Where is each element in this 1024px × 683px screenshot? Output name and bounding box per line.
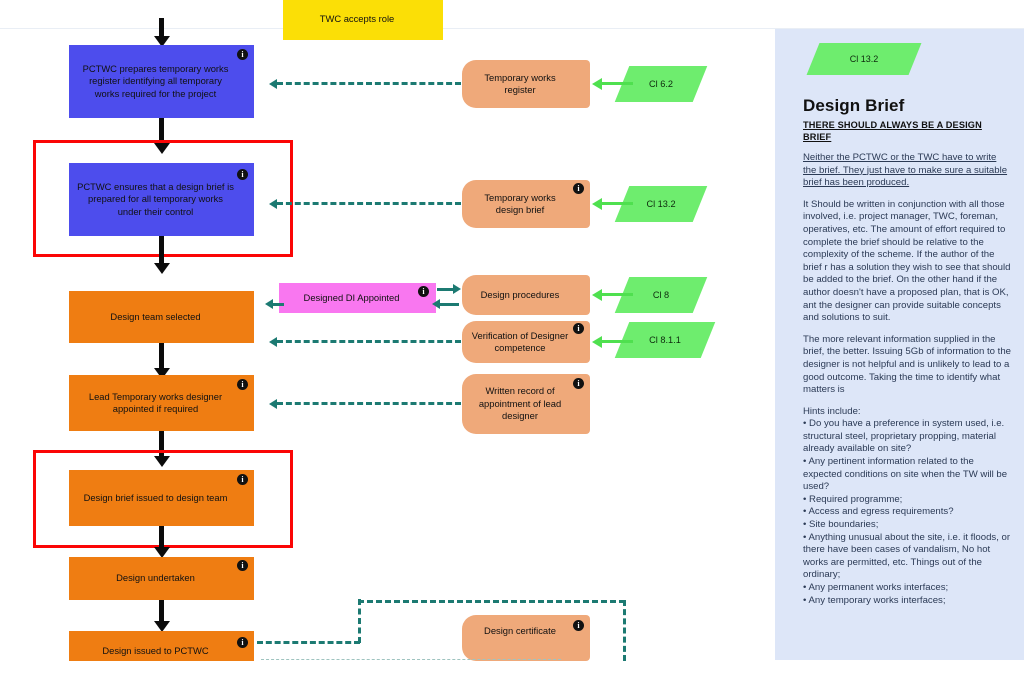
doc-design-certificate-label: Design certificate (484, 625, 556, 636)
doc-verification-of-designer-label: Verification of Designer competence (471, 329, 569, 353)
info-icon-designed-di[interactable]: i (418, 286, 429, 297)
connector-cert-dashed-riser-left (358, 599, 361, 643)
doc-verification-of-designer[interactable]: Verification of Designer competence (462, 321, 590, 363)
panel-subhead: THERE SHOULD ALWAYS BE A DESIGN BRIEF (803, 120, 982, 142)
node-pctwc-ensures-design-brief[interactable]: PCTWC ensures that a design brief is pre… (69, 163, 254, 236)
node-twc-accepts-role-label: TWC accepts role (319, 12, 395, 24)
connector-written-record-arrowhead (269, 399, 277, 409)
doc-design-procedures-label: Design procedures (480, 288, 560, 300)
panel-title: Design Brief (803, 96, 905, 115)
connector-verification-arrowhead (269, 337, 277, 347)
doc-temporary-works-register-label: Temporary works register (484, 71, 556, 95)
connector-procedures-to-di (437, 303, 459, 306)
doc-temporary-works-design-brief[interactable]: Temporary works design brief (462, 180, 590, 228)
node-pctwc-prepares-register-label: PCTWC prepares temporary works register … (82, 62, 229, 99)
doc-design-procedures[interactable]: Design procedures (462, 275, 590, 315)
clause-cl-6-2-label: Cl 6.2 (648, 79, 673, 89)
panel-hint-item: • Site boundaries; (803, 519, 879, 531)
doc-written-record[interactable]: Written record of appointment of lead de… (462, 374, 590, 434)
node-twc-accepts-role[interactable]: TWC accepts role (283, 0, 443, 40)
node-pctwc-ensures-design-brief-label: PCTWC ensures that a design brief is pre… (77, 180, 234, 217)
info-icon-pctwc-register[interactable]: i (237, 49, 248, 60)
connector-design-brief-arrowhead (269, 199, 277, 209)
connector-procedures-to-di-head (432, 299, 440, 309)
node-design-issued-to-pctwc-label: Design issued to PCTWC (102, 645, 209, 656)
clause-8-1-1-arrow (600, 340, 633, 343)
info-icon-pctwc-design-brief[interactable]: i (237, 169, 248, 180)
node-designed-di-appointed[interactable]: Designed DI Appointed (279, 283, 436, 313)
panel-paragraph-3: The more relevant information supplied i… (803, 333, 1011, 396)
node-design-team-selected-label: Design team selected (110, 310, 201, 322)
node-pctwc-prepares-register[interactable]: PCTWC prepares temporary works register … (69, 45, 254, 118)
node-design-issued-to-pctwc[interactable]: Design issued to PCTWC (69, 631, 254, 661)
panel-paragraph-2: It Should be written in conjunction with… (803, 198, 1011, 324)
connector-cert-dashed-riser-right (623, 600, 626, 661)
connector-verification-dashed (277, 340, 461, 343)
panel-hint-item: • Any temporary works interfaces; (803, 594, 946, 606)
doc-design-certificate[interactable]: Design certificate (462, 615, 590, 661)
clause-8-arrowhead (592, 289, 602, 301)
info-icon-design-undertaken[interactable]: i (237, 560, 248, 571)
info-icon-tw-design-brief[interactable]: i (573, 183, 584, 194)
panel-hint-item: • Required programme; (803, 493, 903, 505)
connector-di-to-design-team (272, 303, 284, 306)
node-design-brief-issued-label: Design brief issued to design team (83, 491, 228, 503)
panel-hint-item: • Do you have a preference in system use… (803, 418, 1005, 455)
clause-6-2-arrowhead (592, 78, 602, 90)
diagram-canvas: TWC accepts role PCTWC prepares temporar… (0, 0, 1024, 683)
doc-written-record-label: Written record of appointment of lead de… (478, 385, 562, 422)
info-icon-design-brief-issued[interactable]: i (237, 474, 248, 485)
clause-8-arrow (600, 293, 633, 296)
node-design-undertaken-label: Design undertaken (116, 572, 195, 584)
node-design-team-selected[interactable]: Design team selected (69, 291, 254, 343)
clause-6-2-arrow (600, 82, 633, 85)
connector-cert-dashed-top (358, 600, 625, 603)
panel-underlined-paragraph: Neither the PCTWC or the TWC have to wri… (803, 152, 1008, 189)
info-icon-lead-designer[interactable]: i (237, 379, 248, 390)
panel-hints-list: • Do you have a preference in system use… (803, 418, 1012, 607)
info-icon-design-issued[interactable]: i (237, 637, 248, 648)
panel-hints-block: Hints include: • Do you have a preferenc… (775, 406, 1024, 608)
panel-hints-label: Hints include: (803, 405, 861, 417)
doc-temporary-works-design-brief-label: Temporary works design brief (484, 191, 556, 215)
connector-design-brief-dashed (277, 202, 461, 205)
panel-hint-item: • Any pertinent information related to t… (803, 456, 1008, 493)
node-design-brief-issued[interactable]: Design brief issued to design team (69, 470, 254, 526)
connector-di-to-procedures-head (453, 284, 461, 294)
panel-hint-item: • Anything unusual about the site, i.e. … (803, 531, 1011, 581)
node-lead-designer-appointed-label: Lead Temporary works designer appointed … (88, 390, 223, 414)
doc-temporary-works-register[interactable]: Temporary works register (462, 60, 590, 108)
clause-8-1-1-arrowhead (592, 336, 602, 348)
connector-cert-dashed-left (257, 641, 360, 644)
connector-di-to-design-team-head (265, 299, 273, 309)
connector-register-dashed (277, 82, 461, 85)
node-design-undertaken[interactable]: Design undertaken (69, 557, 254, 600)
clause-13-2-arrowhead (592, 198, 602, 210)
node-designed-di-appointed-label: Designed DI Appointed (303, 291, 400, 303)
clause-cl-13-2-label: Cl 13.2 (646, 199, 676, 209)
clause-cl-8-1-1-label: Cl 8.1.1 (649, 335, 681, 345)
clause-cl-8-label: Cl 8 (652, 290, 670, 300)
clause-13-2-arrow (600, 202, 633, 205)
connector-register-arrowhead (269, 79, 277, 89)
panel-hint-item: • Access and egress requirements? (803, 506, 954, 518)
info-icon-verification-designer[interactable]: i (573, 323, 584, 334)
info-icon-design-certificate[interactable]: i (573, 620, 584, 631)
design-brief-info-panel: Cl 13.2 Design Brief THERE SHOULD ALWAYS… (775, 29, 1024, 660)
connector-cert-dashed-faint (261, 659, 561, 660)
arrow-head-to-design-team (154, 263, 170, 274)
node-lead-designer-appointed[interactable]: Lead Temporary works designer appointed … (69, 375, 254, 431)
info-icon-written-record[interactable]: i (573, 378, 584, 389)
panel-hint-item: • Any permanent works interfaces; (803, 582, 949, 593)
connector-written-record-dashed (277, 402, 461, 405)
